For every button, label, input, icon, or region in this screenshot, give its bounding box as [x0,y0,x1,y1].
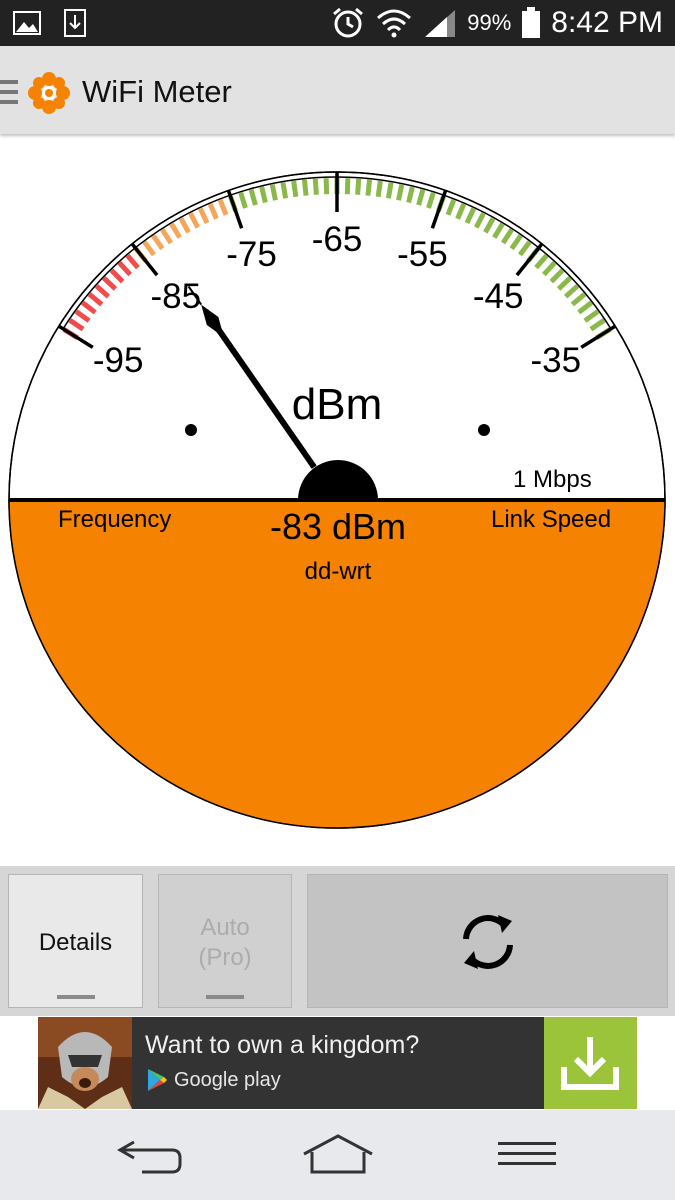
pro-label: (Pro) [198,944,252,971]
arc-tick [323,178,330,195]
store-name: Google play [174,1068,281,1091]
menu-icon[interactable] [0,80,20,106]
scale-label: -45 [472,276,524,316]
download-icon [561,1037,619,1090]
home-icon[interactable] [300,1132,376,1178]
battery-icon [522,7,541,38]
ad-download-button[interactable] [544,1017,637,1109]
download-icon [64,9,86,37]
link-speed-label: Link Speed [491,506,612,533]
details-indicator [56,995,95,999]
scale-label: -75 [226,234,277,274]
alarm-icon [333,7,364,38]
google-play-badge[interactable]: Google play [146,1068,281,1092]
network-name: dd-wrt [304,558,372,585]
wifi-icon [377,9,412,38]
arc-tick [301,179,309,196]
refresh-button[interactable] [307,874,668,1008]
arc-tick [396,184,405,201]
arc-tick [312,178,319,195]
arc-tick [269,184,278,201]
arc-tick [291,180,299,198]
auto-indicator [206,995,244,999]
status-bar: 99% 8:42 PM [0,0,675,46]
link-speed-value: 1 Mbps [513,466,592,493]
arc-tick [355,178,362,195]
arc-tick [344,178,351,195]
app-bar: WiFi Meter [0,46,675,134]
app-title: WiFi Meter [82,74,232,109]
arc-tick [280,182,289,199]
auto-label: Auto [200,914,250,941]
auto-pro-button[interactable]: Auto (Pro) [158,874,292,1008]
bottom-controls: Details Auto (Pro) [0,866,675,1016]
ad-headline[interactable]: Want to own a kingdom? [145,1031,419,1060]
ad-game-thumbnail[interactable] [38,1017,132,1109]
arc-tick [385,182,394,199]
scale-label: -55 [397,234,448,274]
details-button[interactable]: Details [8,874,143,1008]
scale-label: -85 [150,276,202,316]
arc-tick [375,180,383,198]
signal-icon [425,10,456,37]
battery-percent: 99% [467,10,512,35]
right-dot [478,424,490,436]
menu-icon[interactable] [496,1132,558,1178]
image-icon [13,11,41,35]
app-logo-flower-icon[interactable] [26,70,72,116]
scale-label: -95 [92,341,144,381]
frequency-label: Frequency [58,506,172,533]
scale-label: -35 [530,341,582,381]
left-dot [185,424,197,436]
warrior-image-icon [38,1017,132,1109]
clock-time: 8:42 PM [551,6,663,39]
scale-label: -65 [311,220,363,259]
signal-reading: -83 dBm [269,506,407,547]
google-play-icon [148,1069,167,1091]
signal-gauge: -95 -85 -75 -65 -55 -45 -35 dBm 1 Mbps Frequen… [0,134,675,866]
ad-banner[interactable]: Want to own a kingdom? Google play [38,1017,637,1109]
back-icon[interactable] [112,1132,186,1178]
unit-label: dBm [291,380,383,429]
refresh-icon [463,915,513,969]
details-label: Details [38,929,113,956]
system-nav-bar [0,1110,675,1200]
arc-tick [365,179,373,196]
